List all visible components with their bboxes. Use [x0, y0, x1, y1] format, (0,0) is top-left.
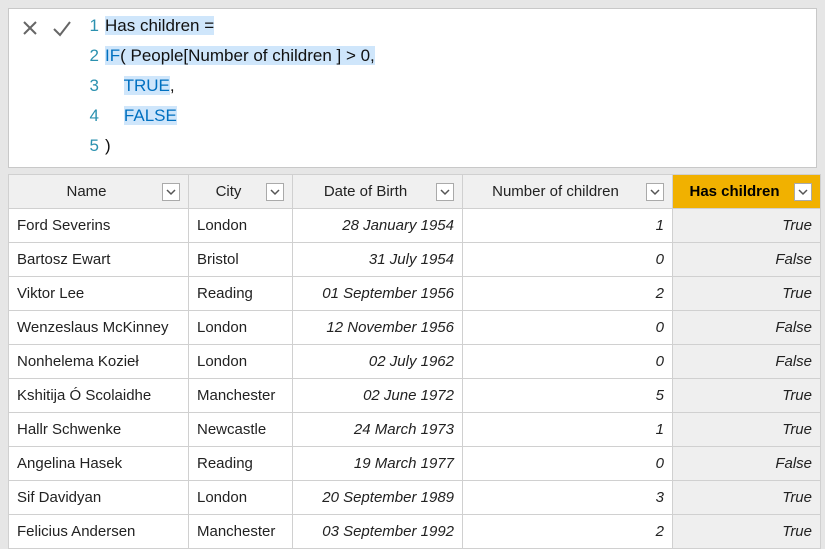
cell-name[interactable]: Ford Severins — [9, 209, 189, 243]
chevron-down-icon — [270, 187, 280, 197]
cell-has[interactable]: False — [673, 447, 821, 481]
cell-num[interactable]: 1 — [463, 413, 673, 447]
cell-city[interactable]: Manchester — [189, 515, 293, 549]
cell-city[interactable]: London — [189, 311, 293, 345]
cell-has[interactable]: True — [673, 379, 821, 413]
formula-bar: 1 2 3 4 5 Has children =IF( People[Numbe… — [8, 8, 817, 168]
cell-num[interactable]: 0 — [463, 447, 673, 481]
chevron-down-icon — [650, 187, 660, 197]
cell-dob[interactable]: 31 July 1954 — [293, 243, 463, 277]
cell-has[interactable]: False — [673, 243, 821, 277]
cell-city[interactable]: Bristol — [189, 243, 293, 277]
cell-dob[interactable]: 01 September 1956 — [293, 277, 463, 311]
cell-num[interactable]: 0 — [463, 243, 673, 277]
cell-dob[interactable]: 02 June 1972 — [293, 379, 463, 413]
table: Name City Date of Birth — [8, 174, 821, 549]
close-icon — [20, 18, 40, 43]
cell-dob[interactable]: 24 March 1973 — [293, 413, 463, 447]
col-header-num[interactable]: Number of children — [463, 175, 673, 209]
cell-num[interactable]: 2 — [463, 515, 673, 549]
filter-button[interactable] — [646, 183, 664, 201]
col-label: Number of children — [471, 183, 640, 200]
commit-formula-button[interactable] — [47, 15, 77, 45]
chevron-down-icon — [440, 187, 450, 197]
cell-has[interactable]: False — [673, 345, 821, 379]
table-row[interactable]: Hallr Schwenke Newcastle 24 March 1973 1… — [9, 413, 821, 447]
cell-has[interactable]: True — [673, 515, 821, 549]
cell-city[interactable]: Reading — [189, 447, 293, 481]
header-row: Name City Date of Birth — [9, 175, 821, 209]
app-surface: 1 2 3 4 5 Has children =IF( People[Numbe… — [0, 0, 825, 548]
chevron-down-icon — [166, 187, 176, 197]
cell-num[interactable]: 1 — [463, 209, 673, 243]
check-icon — [51, 17, 73, 44]
col-label: City — [197, 183, 260, 200]
chevron-down-icon — [798, 187, 808, 197]
formula-actions — [9, 9, 83, 167]
cell-has[interactable]: False — [673, 311, 821, 345]
data-grid: Name City Date of Birth — [8, 174, 817, 549]
table-row[interactable]: Nonhelema Kozieł London 02 July 1962 0 F… — [9, 345, 821, 379]
cell-has[interactable]: True — [673, 209, 821, 243]
cell-num[interactable]: 2 — [463, 277, 673, 311]
table-body: Ford Severins London 28 January 1954 1 T… — [9, 209, 821, 549]
cancel-formula-button[interactable] — [15, 15, 45, 45]
table-row[interactable]: Felicius Andersen Manchester 03 Septembe… — [9, 515, 821, 549]
cell-city[interactable]: Newcastle — [189, 413, 293, 447]
cell-num[interactable]: 0 — [463, 345, 673, 379]
cell-city[interactable]: London — [189, 345, 293, 379]
cell-dob[interactable]: 19 March 1977 — [293, 447, 463, 481]
cell-city[interactable]: London — [189, 481, 293, 515]
col-header-name[interactable]: Name — [9, 175, 189, 209]
col-label: Has children — [681, 183, 788, 200]
table-row[interactable]: Angelina Hasek Reading 19 March 1977 0 F… — [9, 447, 821, 481]
cell-dob[interactable]: 28 January 1954 — [293, 209, 463, 243]
cell-name[interactable]: Felicius Andersen — [9, 515, 189, 549]
cell-num[interactable]: 0 — [463, 311, 673, 345]
table-row[interactable]: Viktor Lee Reading 01 September 1956 2 T… — [9, 277, 821, 311]
cell-name[interactable]: Wenzeslaus McKinney — [9, 311, 189, 345]
code-area[interactable]: Has children =IF( People[Number of child… — [105, 11, 816, 161]
table-row[interactable]: Ford Severins London 28 January 1954 1 T… — [9, 209, 821, 243]
filter-button[interactable] — [266, 183, 284, 201]
cell-city[interactable]: London — [189, 209, 293, 243]
cell-dob[interactable]: 12 November 1956 — [293, 311, 463, 345]
cell-dob[interactable]: 02 July 1962 — [293, 345, 463, 379]
filter-button[interactable] — [436, 183, 454, 201]
dax-editor[interactable]: 1 2 3 4 5 Has children =IF( People[Numbe… — [83, 9, 816, 167]
cell-city[interactable]: Reading — [189, 277, 293, 311]
cell-has[interactable]: True — [673, 413, 821, 447]
cell-name[interactable]: Bartosz Ewart — [9, 243, 189, 277]
table-row[interactable]: Wenzeslaus McKinney London 12 November 1… — [9, 311, 821, 345]
col-header-has[interactable]: Has children — [673, 175, 821, 209]
line-gutter: 1 2 3 4 5 — [83, 11, 105, 161]
table-row[interactable]: Sif Davidyan London 20 September 1989 3 … — [9, 481, 821, 515]
col-label: Name — [17, 183, 156, 200]
cell-has[interactable]: True — [673, 277, 821, 311]
cell-name[interactable]: Viktor Lee — [9, 277, 189, 311]
cell-name[interactable]: Nonhelema Kozieł — [9, 345, 189, 379]
table-row[interactable]: Bartosz Ewart Bristol 31 July 1954 0 Fal… — [9, 243, 821, 277]
col-label: Date of Birth — [301, 183, 430, 200]
cell-name[interactable]: Hallr Schwenke — [9, 413, 189, 447]
cell-num[interactable]: 5 — [463, 379, 673, 413]
col-header-city[interactable]: City — [189, 175, 293, 209]
cell-dob[interactable]: 03 September 1992 — [293, 515, 463, 549]
cell-name[interactable]: Angelina Hasek — [9, 447, 189, 481]
table-row[interactable]: Kshitija Ó Scolaidhe Manchester 02 June … — [9, 379, 821, 413]
cell-num[interactable]: 3 — [463, 481, 673, 515]
cell-city[interactable]: Manchester — [189, 379, 293, 413]
cell-has[interactable]: True — [673, 481, 821, 515]
col-header-dob[interactable]: Date of Birth — [293, 175, 463, 209]
cell-name[interactable]: Kshitija Ó Scolaidhe — [9, 379, 189, 413]
cell-dob[interactable]: 20 September 1989 — [293, 481, 463, 515]
filter-button[interactable] — [162, 183, 180, 201]
filter-button[interactable] — [794, 183, 812, 201]
cell-name[interactable]: Sif Davidyan — [9, 481, 189, 515]
